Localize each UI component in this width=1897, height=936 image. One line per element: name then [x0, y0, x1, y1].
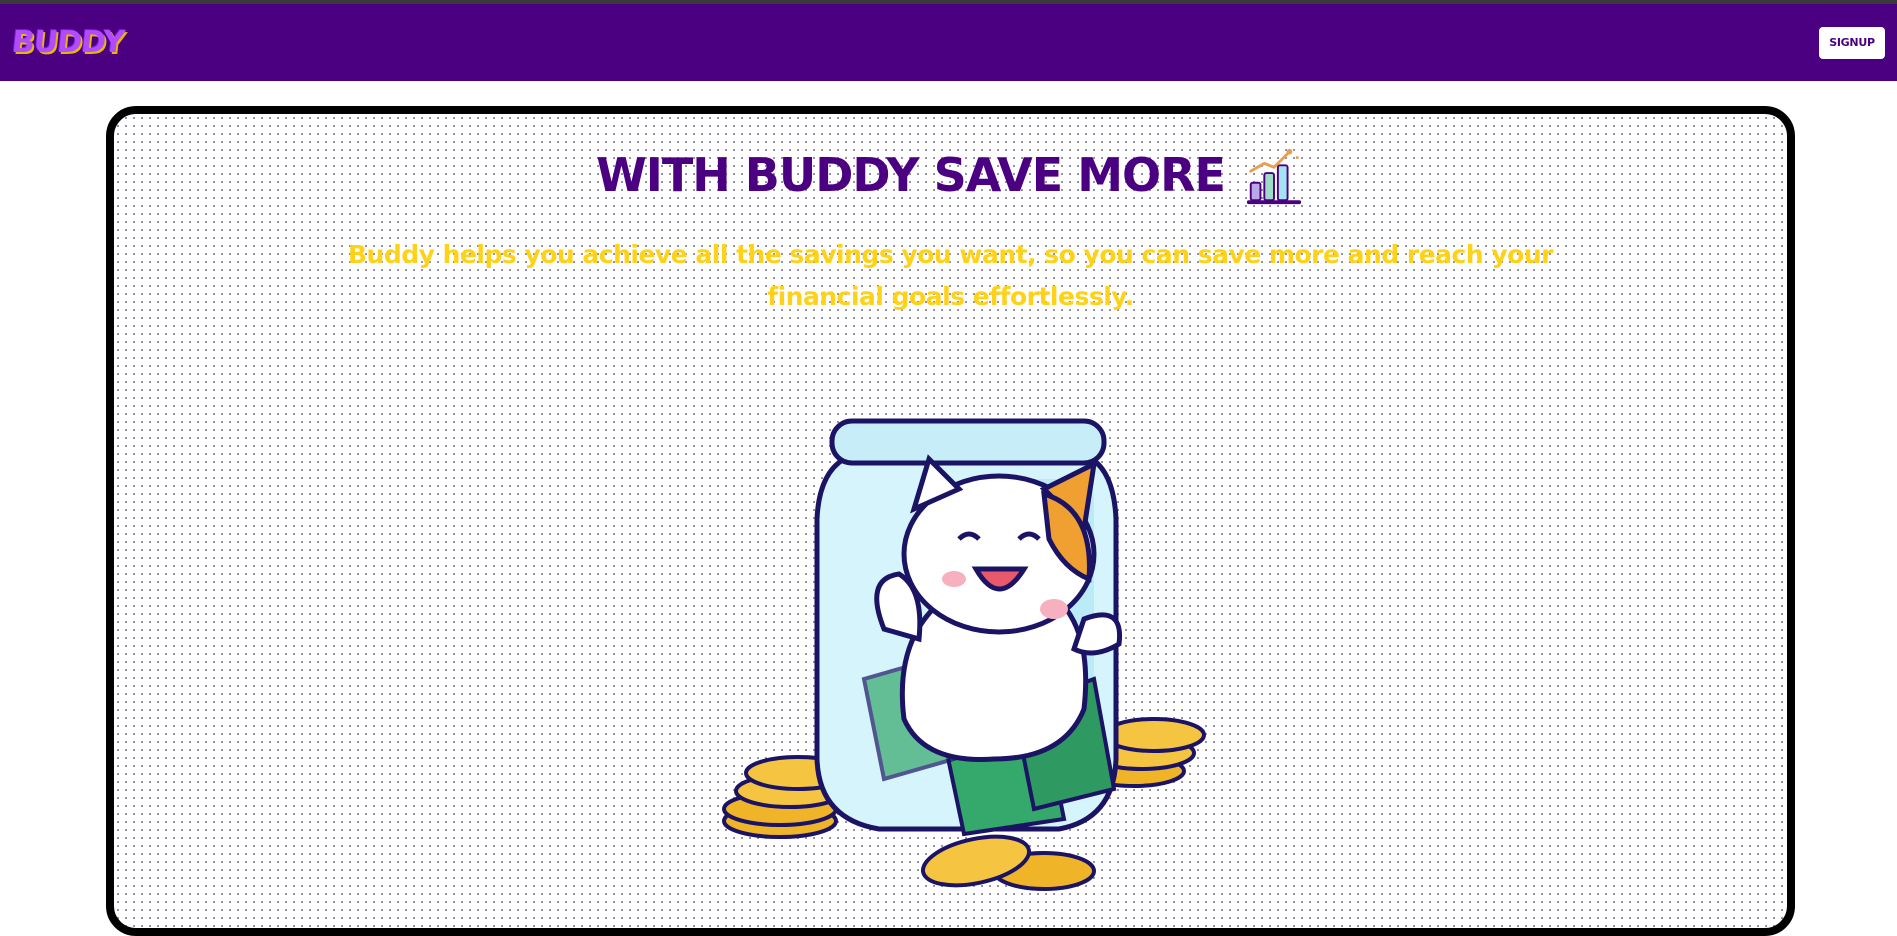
signup-button[interactable]: SIGNUP	[1819, 26, 1885, 59]
page-title: WITH BUDDY SAVE MORE	[596, 148, 1226, 202]
cat-in-money-jar-illustration	[722, 418, 1206, 891]
headline-row: WITH BUDDY SAVE MORE	[114, 144, 1787, 206]
hero-card: WITH BUDDY SAVE MORE Buddy helps you ach…	[106, 106, 1795, 936]
logo[interactable]: BUDDY	[10, 25, 125, 60]
growth-chart-icon	[1246, 148, 1302, 205]
coins-front	[920, 834, 1096, 891]
hero-description: Buddy helps you achieve all the savings …	[348, 240, 1553, 311]
navbar: BUDDY SIGNUP	[0, 4, 1897, 81]
